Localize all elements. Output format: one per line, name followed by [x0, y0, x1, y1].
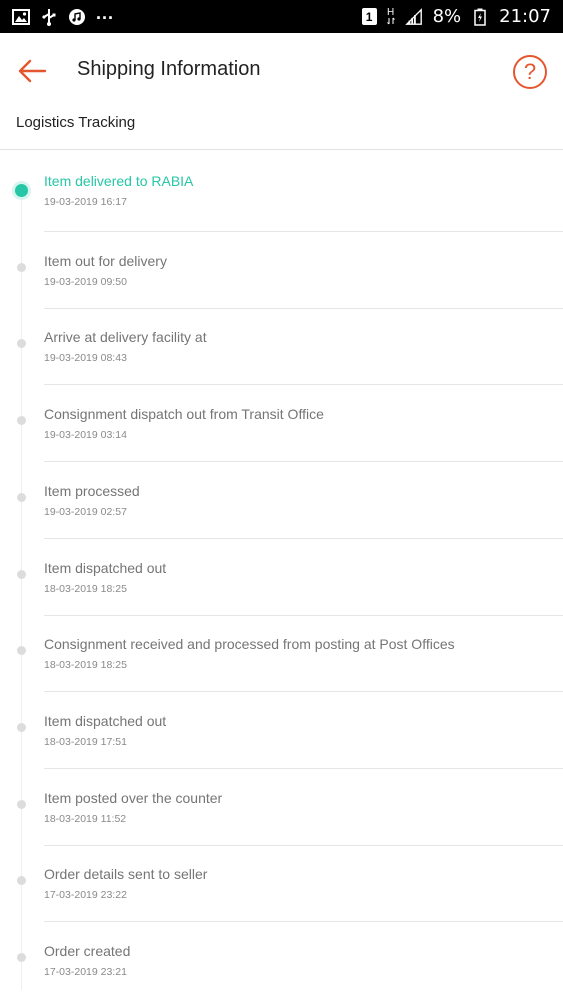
event-time: 17-03-2019 23:22 [44, 889, 127, 902]
event-status: Arrive at delivery facility at [44, 329, 207, 346]
status-bar-left: ... [12, 3, 114, 26]
help-button[interactable]: ? [513, 55, 547, 89]
status-dot [17, 569, 26, 579]
more-notifications-indicator: ... [96, 3, 115, 23]
tracking-event: Order details sent to seller 17-03-2019 2… [0, 840, 563, 923]
tracking-event: Item processed 19-03-2019 02:57 [0, 457, 563, 539]
event-status: Item out for delivery [44, 252, 167, 269]
network-type-indicator: H [386, 7, 395, 25]
event-status: Order created [44, 943, 131, 959]
back-button[interactable] [14, 55, 50, 87]
image-icon [12, 8, 30, 26]
battery-percent: 8% [432, 6, 462, 27]
event-status: Consignment dispatch out from Transit Of… [44, 406, 324, 423]
status-dot [17, 339, 26, 349]
tracking-event: Item out for delivery 19-03-2019 09:50 [0, 227, 563, 309]
tracking-event: Item delivered to RABIA 19-03-2019 16:17 [0, 150, 563, 232]
logistics-tracking-section: Logistics Tracking [0, 109, 563, 150]
clock: 21:07 [499, 6, 551, 27]
status-dot [17, 262, 26, 272]
event-time: 18-03-2019 17:51 [44, 735, 127, 748]
event-time: 19-03-2019 02:57 [44, 505, 127, 518]
status-dot [17, 492, 26, 502]
tracking-timeline: Item delivered to RABIA 19-03-2019 16:17 I… [0, 150, 563, 1000]
section-title: Logistics Tracking [16, 114, 136, 131]
tracking-event: Item posted over the counter 18-03-2019 1… [0, 764, 563, 846]
status-bar-right: 1 H 8% 21:07 [361, 6, 551, 27]
event-status: Item processed [44, 482, 140, 499]
tracking-event: Item dispatched out 18-03-2019 17:51 [0, 687, 563, 769]
tracking-event: Consignment received and processed from … [0, 610, 563, 693]
tracking-event: Item dispatched out 18-03-2019 18:25 [0, 534, 563, 616]
event-time: 19-03-2019 09:50 [44, 275, 127, 288]
status-dot [17, 876, 26, 886]
page-title: Shipping Information [77, 58, 261, 80]
tracking-event: Order created 17-03-2019 23:21 [0, 917, 563, 994]
event-status: Order details sent to seller [44, 866, 208, 883]
event-time: 19-03-2019 08:43 [44, 352, 127, 365]
event-status: Item posted over the counter [44, 789, 223, 806]
sim-icon: 1 [361, 8, 377, 25]
event-status: Item dispatched out [44, 559, 167, 576]
event-time: 19-03-2019 16:17 [44, 196, 127, 208]
network-type-label: H [386, 7, 395, 18]
event-status: Item dispatched out [44, 712, 167, 729]
arrow-left-icon [18, 59, 47, 83]
status-dot [17, 953, 26, 962]
tracking-event: Consignment dispatch out from Transit Of… [0, 380, 563, 463]
event-time: 18-03-2019 18:25 [44, 582, 127, 595]
battery-icon [471, 8, 489, 26]
app-header: Shipping Information ? [0, 33, 563, 109]
current-status-dot [15, 184, 28, 197]
music-icon [68, 8, 86, 26]
event-time: 18-03-2019 18:25 [44, 659, 127, 672]
signal-icon [404, 7, 423, 26]
status-dot [17, 722, 26, 732]
event-time: 18-03-2019 11:52 [44, 812, 127, 825]
status-dot [17, 416, 26, 426]
event-time: 17-03-2019 23:21 [44, 966, 127, 978]
status-dot [17, 799, 26, 809]
status-dot [17, 646, 26, 656]
event-status: Consignment received and processed from … [44, 636, 455, 653]
help-icon: ? [523, 59, 537, 84]
tracking-event: Arrive at delivery facility at 19-03-2019… [0, 303, 563, 386]
event-status: Item delivered to RABIA [44, 173, 194, 189]
usb-debug-icon [40, 8, 58, 26]
event-time: 19-03-2019 03:14 [44, 429, 127, 442]
status-bar: ... 1 H 8% 21:07 [0, 0, 563, 33]
